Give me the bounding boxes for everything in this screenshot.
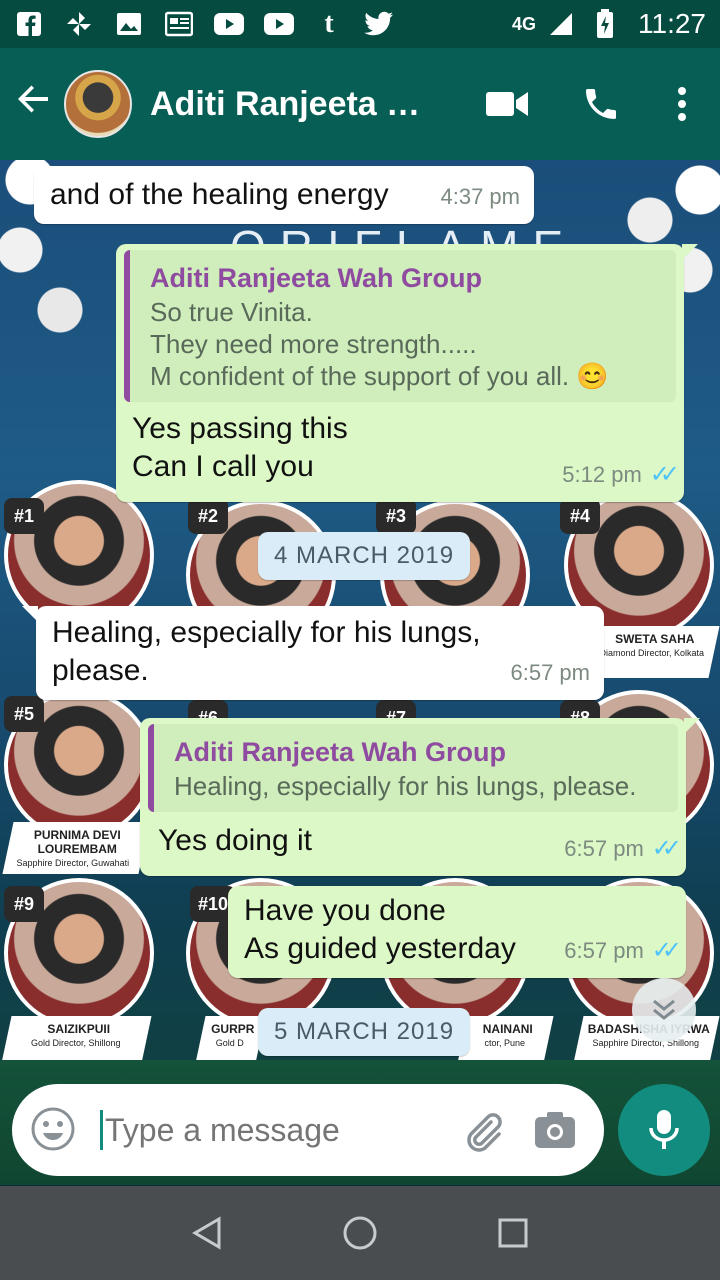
date-divider: 5 MARCH 2019 bbox=[258, 1008, 471, 1056]
leader-title: Diamond Director, Kolkata bbox=[599, 648, 705, 658]
read-receipt-icon: ✓✓ bbox=[651, 937, 682, 964]
message-time: 6:57 pm bbox=[511, 654, 591, 692]
triangle-back-icon bbox=[191, 1216, 221, 1250]
system-navigation-bar bbox=[0, 1186, 720, 1280]
leader-title: ctor, Pune bbox=[484, 1038, 526, 1048]
time-label: 4:37 pm bbox=[440, 184, 521, 209]
youtube-icon bbox=[214, 10, 244, 38]
message-time: 4:37 pm bbox=[441, 178, 521, 216]
signal-icon bbox=[550, 13, 572, 35]
read-receipt-icon: ✓✓ bbox=[649, 461, 680, 488]
read-receipt-icon: ✓✓ bbox=[651, 835, 682, 862]
nav-recents-button[interactable] bbox=[488, 1208, 538, 1258]
message-outgoing[interactable]: Aditi Ranjeeta Wah Group Healing, especi… bbox=[140, 718, 700, 876]
back-arrow-icon[interactable] bbox=[4, 81, 64, 127]
attach-icon[interactable] bbox=[459, 1106, 507, 1154]
message-time: 5:12 pm ✓✓ bbox=[562, 456, 680, 494]
message-line: Yes passing this bbox=[132, 412, 348, 445]
message-incoming[interactable]: and of the healing energy 4:37 pm bbox=[34, 166, 534, 224]
rank-badge: #1 bbox=[4, 498, 44, 534]
chevron-double-down-icon bbox=[653, 999, 675, 1020]
rank-badge: #4 bbox=[560, 498, 600, 534]
message-line: Healing, especially for his lungs, bbox=[52, 616, 481, 649]
time-label: 5:12 pm bbox=[562, 462, 642, 487]
notification-icons: t bbox=[14, 8, 394, 39]
message-composer bbox=[12, 1084, 604, 1176]
gallery-icon bbox=[114, 10, 144, 38]
leader-name: GURPR bbox=[211, 1022, 255, 1036]
message-line: please. bbox=[52, 654, 149, 687]
nav-home-button[interactable] bbox=[335, 1208, 385, 1258]
header-actions bbox=[484, 81, 692, 127]
quoted-sender: Aditi Ranjeeta Wah Group bbox=[174, 737, 507, 767]
quoted-line: They need more strength..... bbox=[150, 329, 477, 359]
status-bar: t 4G 11:27 bbox=[0, 0, 720, 48]
scroll-to-bottom-button[interactable] bbox=[632, 978, 696, 1042]
leader-name: SWETA SAHA bbox=[615, 632, 695, 646]
rank-badge: #5 bbox=[4, 696, 44, 732]
rank-badge: #9 bbox=[4, 886, 44, 922]
leader-plate: PURNIMA DEVI LOUREMBAM Sapphire Director… bbox=[2, 822, 150, 874]
message-incoming[interactable]: Healing, especially for his lungs, pleas… bbox=[22, 606, 604, 700]
quoted-line: Healing, especially for his lungs, pleas… bbox=[174, 771, 637, 801]
leader-title: Gold Director, Shillong bbox=[31, 1038, 121, 1048]
rank-badge: #3 bbox=[376, 498, 416, 534]
clock: 11:27 bbox=[638, 8, 706, 39]
message-outgoing[interactable]: Aditi Ranjeeta Wah Group So true Vinita.… bbox=[116, 244, 698, 502]
rank-badge: #2 bbox=[188, 498, 228, 534]
emoji-icon[interactable] bbox=[30, 1106, 78, 1154]
circle-home-icon bbox=[343, 1216, 377, 1250]
facebook-icon bbox=[14, 10, 44, 38]
pinwheel-icon bbox=[64, 10, 94, 38]
message-input[interactable] bbox=[105, 1111, 435, 1149]
text-cursor bbox=[100, 1110, 103, 1150]
time-label: 6:57 pm bbox=[564, 836, 644, 861]
mic-icon bbox=[649, 1110, 679, 1149]
chat-title[interactable]: Aditi Ranjeeta W... bbox=[150, 85, 444, 124]
chat-header: Aditi Ranjeeta W... bbox=[0, 48, 720, 160]
quoted-sender: Aditi Ranjeeta Wah Group bbox=[150, 263, 483, 293]
message-time: 6:57 pm ✓✓ bbox=[564, 830, 682, 868]
leader-plate: SWETA SAHA Diamond Director, Kolkata bbox=[584, 626, 720, 678]
square-recents-icon bbox=[498, 1218, 528, 1248]
more-vert-icon[interactable] bbox=[672, 81, 692, 127]
network-type: 4G bbox=[511, 13, 536, 34]
bubble-tail bbox=[684, 718, 700, 734]
quoted-message[interactable]: Aditi Ranjeeta Wah Group Healing, especi… bbox=[148, 724, 678, 812]
mic-button[interactable] bbox=[618, 1084, 710, 1176]
battery-icon bbox=[597, 9, 613, 38]
leader-title: Gold D bbox=[215, 1038, 244, 1048]
leader-title: Sapphire Director, Guwahati bbox=[16, 858, 130, 868]
date-divider: 4 MARCH 2019 bbox=[258, 532, 471, 580]
screen: t 4G 11:27 Aditi Ranjeeta W... #1 #2 #3 … bbox=[0, 0, 720, 1280]
message-outgoing[interactable]: Have you done As guided yesterday 6:57 p… bbox=[228, 886, 686, 978]
avatar[interactable] bbox=[64, 70, 132, 138]
message-time: 6:57 pm ✓✓ bbox=[564, 932, 682, 970]
leader-name: PURNIMA DEVI LOUREMBAM bbox=[33, 828, 121, 856]
nav-back-button[interactable] bbox=[182, 1208, 232, 1258]
quoted-message[interactable]: Aditi Ranjeeta Wah Group So true Vinita.… bbox=[124, 250, 676, 402]
quoted-line: M confident of the support of you all. 😊 bbox=[150, 361, 609, 391]
bubble-tail bbox=[682, 244, 698, 260]
youtube-icon bbox=[264, 10, 294, 38]
time-label: 6:57 pm bbox=[564, 938, 644, 963]
leader-name: SAIZIKPUII bbox=[47, 1022, 111, 1036]
leader-name: NAINANI bbox=[482, 1022, 533, 1036]
message-line: Have you done bbox=[244, 894, 446, 927]
twitter-icon bbox=[364, 10, 394, 38]
bubble-tail bbox=[22, 606, 38, 622]
time-label: 6:57 pm bbox=[510, 660, 591, 685]
news-icon bbox=[164, 10, 194, 38]
camera-icon[interactable] bbox=[531, 1106, 579, 1154]
status-right: 4G 11:27 bbox=[512, 8, 706, 40]
video-call-icon[interactable] bbox=[484, 81, 530, 127]
quoted-line: So true Vinita. bbox=[150, 297, 313, 327]
leader-title: Sapphire Director, Shillong bbox=[592, 1038, 700, 1048]
phone-call-icon[interactable] bbox=[578, 81, 624, 127]
tumblr-icon: t bbox=[324, 8, 334, 39]
